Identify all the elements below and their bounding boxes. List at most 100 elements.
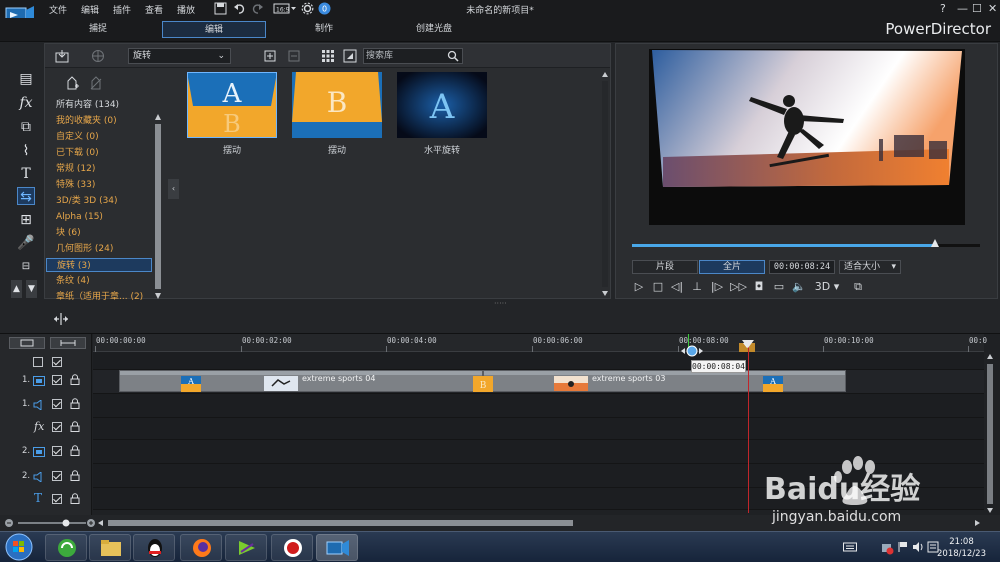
select-all-box[interactable] xyxy=(33,357,43,367)
taskbar-app-powerdirector[interactable] xyxy=(316,534,358,561)
scrubber-handle[interactable] xyxy=(930,239,939,249)
system-clock[interactable]: 21:08 2018/12/23 xyxy=(937,536,986,560)
apply-to-all-icon[interactable] xyxy=(287,49,301,63)
category-item[interactable]: 所有内容 (134) xyxy=(56,98,119,112)
track-enable-checkbox[interactable] xyxy=(52,471,62,481)
category-item[interactable]: 3D/类 3D (34) xyxy=(56,194,118,208)
fx-room-icon[interactable]: fx xyxy=(17,94,35,112)
add-to-timeline-icon[interactable] xyxy=(263,49,277,63)
menu-view[interactable]: 查看 xyxy=(145,3,163,16)
close-button[interactable]: ✕ xyxy=(988,2,997,15)
start-button-icon[interactable] xyxy=(4,533,34,561)
track-row-effect[interactable] xyxy=(93,418,984,440)
select-all-checkbox[interactable] xyxy=(52,357,62,367)
taskbar-app-recorder[interactable] xyxy=(271,534,313,561)
help-button[interactable]: ? xyxy=(940,2,946,15)
playhead-marker-icon[interactable] xyxy=(740,340,756,352)
scroll-up-icon[interactable]: ▲ xyxy=(11,280,22,298)
lock-icon[interactable] xyxy=(70,445,80,456)
transition-marker[interactable]: B xyxy=(473,376,493,392)
category-item[interactable]: 特殊 (33) xyxy=(56,178,95,192)
transition-room-icon[interactable]: ⇆ xyxy=(17,187,35,205)
volume-tray-icon[interactable] xyxy=(912,541,924,553)
track-enable-checkbox[interactable] xyxy=(52,422,62,432)
category-item[interactable]: 常规 (12) xyxy=(56,162,95,176)
preview-screen[interactable] xyxy=(649,49,965,225)
aspect-ratio-icon[interactable]: 16:9 xyxy=(273,2,297,15)
add-favorite-icon[interactable] xyxy=(65,75,79,91)
category-item[interactable]: 我的收藏夹 (0) xyxy=(56,114,117,128)
transition-thumbnail[interactable]: A B xyxy=(187,72,277,138)
settings-gear-icon[interactable] xyxy=(301,2,314,15)
minimize-button[interactable]: — xyxy=(957,2,968,15)
save-icon[interactable] xyxy=(214,2,227,15)
fit-timeline-icon[interactable] xyxy=(52,312,70,326)
previous-frame-icon[interactable]: ◁| xyxy=(670,280,684,294)
lock-icon[interactable] xyxy=(70,374,80,385)
track-enable-checkbox[interactable] xyxy=(52,494,62,504)
grid-view-icon[interactable] xyxy=(321,49,335,63)
category-scrollbar[interactable] xyxy=(155,114,161,299)
zoom-slider[interactable] xyxy=(4,518,96,528)
transition-marker[interactable]: A xyxy=(763,376,783,392)
menu-plugins[interactable]: 插件 xyxy=(113,3,131,16)
category-item[interactable]: 已下载 (0) xyxy=(56,146,99,160)
timecode-display[interactable]: 00:00:08:24 xyxy=(769,260,835,274)
stop-icon[interactable]: □ xyxy=(651,280,665,294)
category-item[interactable]: Alpha (15) xyxy=(56,210,103,224)
update-notification-icon[interactable]: 0 xyxy=(318,2,331,15)
next-frame-icon[interactable]: |▷ xyxy=(710,280,724,294)
library-scrollbar[interactable] xyxy=(601,70,609,298)
category-dropdown[interactable]: 旋转 ⌄ xyxy=(128,48,231,64)
category-item[interactable]: 条纹 (4) xyxy=(56,274,90,288)
expand-view-icon[interactable] xyxy=(343,49,357,63)
zoom-fit-dropdown[interactable]: 适合大小 ▾ xyxy=(839,260,901,274)
undock-preview-icon[interactable]: ⧉ xyxy=(851,280,865,294)
timeline-vertical-scrollbar[interactable] xyxy=(985,352,995,514)
play-icon[interactable]: ▷ xyxy=(632,280,646,294)
tab-capture[interactable]: 捕捉 xyxy=(58,21,138,38)
category-item-selected[interactable]: 旋转 (3) xyxy=(46,258,152,272)
title-room-icon[interactable]: T xyxy=(17,165,35,183)
track-row-audio-2[interactable] xyxy=(93,464,984,488)
taskbar-app-explorer[interactable] xyxy=(89,534,131,561)
voiceover-room-icon[interactable]: 🎤 xyxy=(17,234,35,252)
playhead[interactable] xyxy=(748,345,749,513)
lock-icon[interactable] xyxy=(70,421,80,432)
transition-thumbnail[interactable]: B xyxy=(292,72,382,138)
taskbar-app-360[interactable] xyxy=(45,534,87,561)
split-icon[interactable]: ⊥ xyxy=(690,280,704,294)
track-enable-checkbox[interactable] xyxy=(52,446,62,456)
volume-icon[interactable]: 🔈 xyxy=(792,280,806,294)
category-item[interactable]: 章纸（适用于章... (2) xyxy=(56,290,143,304)
search-input[interactable]: 搜索库 xyxy=(363,48,463,64)
audio-mixing-room-icon[interactable]: ⊞ xyxy=(17,211,35,229)
video-clip[interactable]: extreme sports 03 xyxy=(483,370,846,392)
scroll-down-icon[interactable]: ▼ xyxy=(26,280,37,298)
panel-splitter[interactable]: ····· xyxy=(494,300,507,308)
import-icon[interactable] xyxy=(55,49,69,63)
search-icon[interactable] xyxy=(447,50,459,62)
tab-edit[interactable]: 编辑 xyxy=(162,21,266,38)
track-row-video-2[interactable] xyxy=(93,440,984,464)
track-manager-icon[interactable] xyxy=(9,337,45,349)
taskbar-app-media[interactable] xyxy=(225,534,267,561)
tab-produce[interactable]: 制作 xyxy=(284,21,364,38)
menu-edit[interactable]: 编辑 xyxy=(81,3,99,16)
fast-forward-icon[interactable]: ▷▷ xyxy=(730,280,747,294)
menu-play[interactable]: 播放 xyxy=(177,3,195,16)
category-item[interactable]: 块 (6) xyxy=(56,226,81,240)
video-clip[interactable]: extreme sports 04 xyxy=(119,370,483,392)
category-item[interactable]: 自定义 (0) xyxy=(56,130,99,144)
track-row-audio-1[interactable] xyxy=(93,394,984,418)
particle-room-icon[interactable]: ⌇ xyxy=(17,142,35,160)
track-enable-checkbox[interactable] xyxy=(52,399,62,409)
network-warning-icon[interactable] xyxy=(880,541,894,555)
transition-thumbnail[interactable]: A xyxy=(397,72,487,138)
media-room-icon[interactable]: ▤ xyxy=(17,70,35,88)
menu-file[interactable]: 文件 xyxy=(49,3,67,16)
undo-icon[interactable] xyxy=(233,2,246,15)
3d-mode-button[interactable]: 3D ▾ xyxy=(814,280,840,294)
storyboard-view-icon[interactable] xyxy=(50,337,86,349)
track-enable-checkbox[interactable] xyxy=(52,375,62,385)
